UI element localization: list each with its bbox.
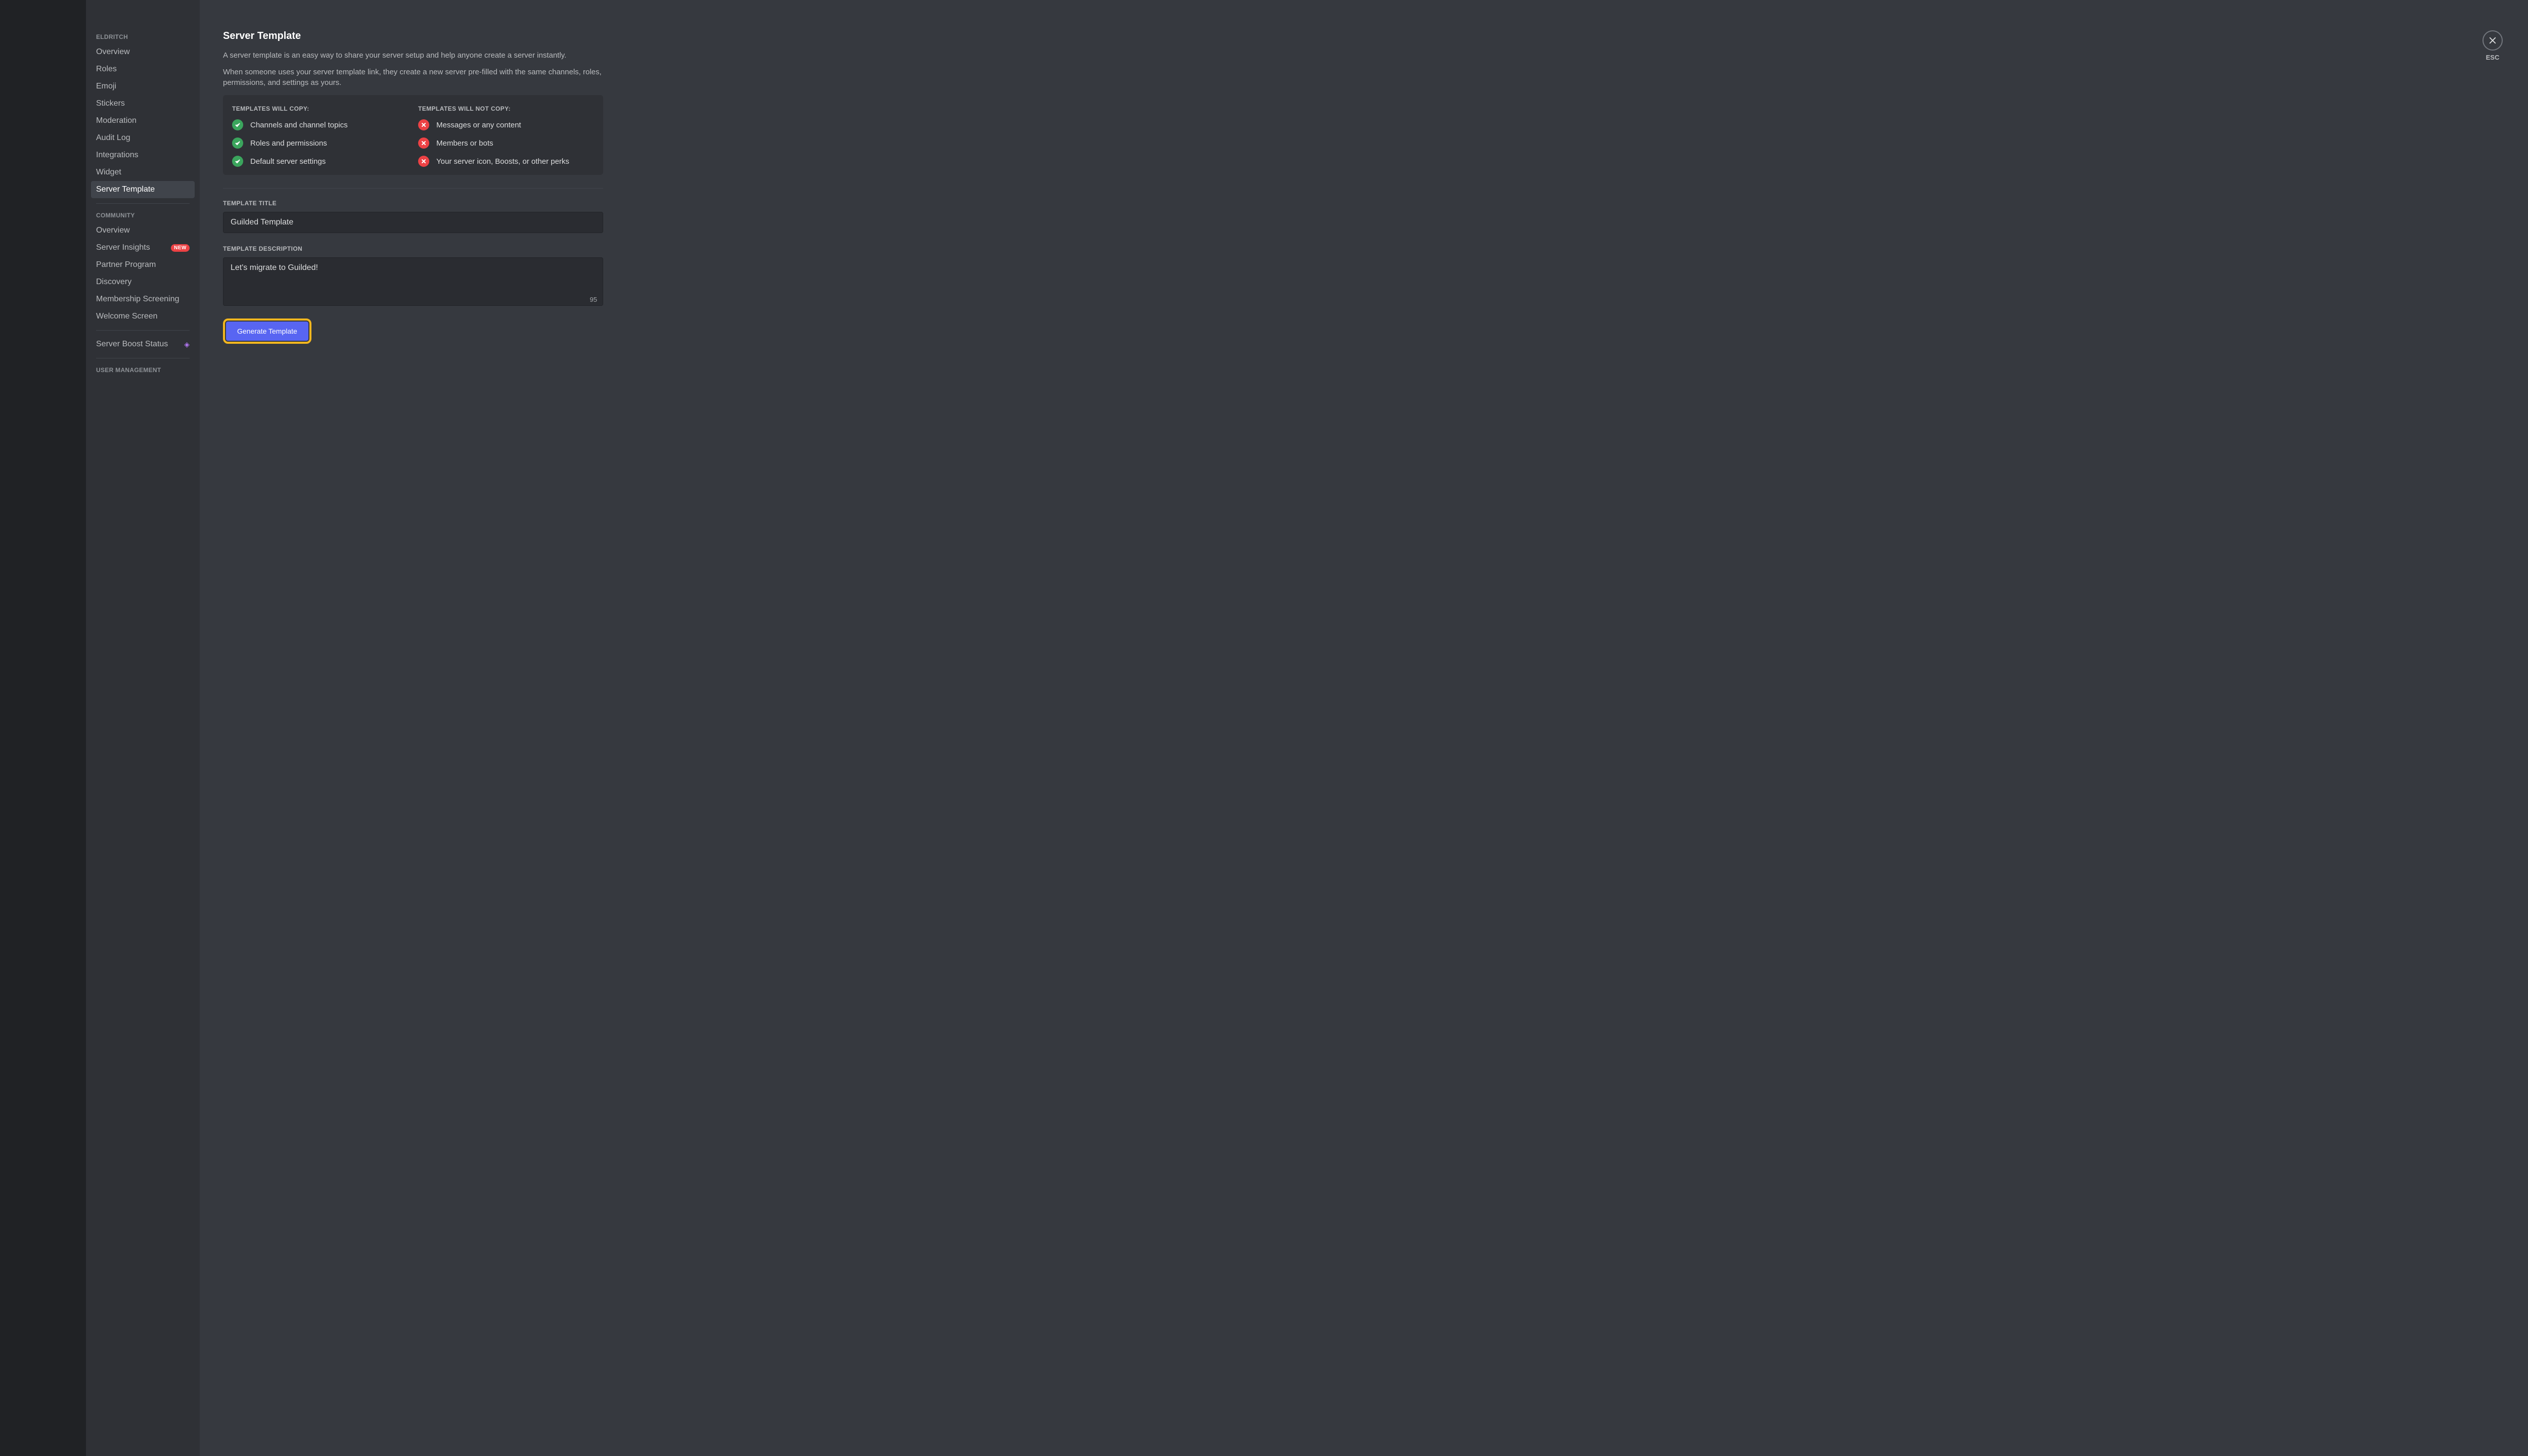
- divider: [223, 188, 603, 189]
- sidebar-item-moderation[interactable]: Moderation: [91, 112, 195, 129]
- will-copy-header: TEMPLATES WILL COPY:: [232, 105, 408, 112]
- wont-copy-item: Members or bots: [418, 138, 594, 149]
- wont-copy-header: TEMPLATES WILL NOT COPY:: [418, 105, 594, 112]
- user-management-header: USER MANAGEMENT: [91, 363, 195, 377]
- new-badge: NEW: [171, 244, 190, 252]
- server-name-header: ELDRITCH: [91, 30, 195, 43]
- sidebar-item-widget[interactable]: Widget: [91, 164, 195, 181]
- will-copy-item: Default server settings: [232, 156, 408, 167]
- will-copy-item: Roles and permissions: [232, 138, 408, 149]
- sidebar-item-server-template[interactable]: Server Template: [91, 181, 195, 198]
- generate-button-highlight: Generate Template: [223, 318, 311, 344]
- close-icon: [2488, 36, 2497, 45]
- check-icon: [232, 119, 243, 130]
- main-content: ESC Server Template A server template is…: [200, 0, 2528, 1456]
- template-title-label: TEMPLATE TITLE: [223, 200, 603, 207]
- divider: [96, 330, 190, 331]
- template-title-input[interactable]: [223, 212, 603, 233]
- check-icon: [232, 138, 243, 149]
- sidebar-item-emoji[interactable]: Emoji: [91, 78, 195, 95]
- page-title: Server Template: [223, 30, 603, 42]
- sidebar-item-audit-log[interactable]: Audit Log: [91, 129, 195, 147]
- description-2: When someone uses your server template l…: [223, 67, 603, 88]
- divider: [96, 203, 190, 204]
- check-icon: [232, 156, 243, 167]
- wont-copy-item: Your server icon, Boosts, or other perks: [418, 156, 594, 167]
- esc-label: ESC: [2486, 54, 2500, 61]
- cross-icon: [418, 119, 429, 130]
- will-copy-item: Channels and channel topics: [232, 119, 408, 130]
- sidebar-item-discovery[interactable]: Discovery: [91, 274, 195, 291]
- sidebar-item-roles[interactable]: Roles: [91, 61, 195, 78]
- template-copy-info-box: TEMPLATES WILL COPY: Channels and channe…: [223, 95, 603, 175]
- sidebar-item-welcome-screen[interactable]: Welcome Screen: [91, 308, 195, 325]
- close-button[interactable]: [2482, 30, 2503, 51]
- community-header: COMMUNITY: [91, 209, 195, 222]
- left-gutter: [0, 0, 86, 1456]
- boost-icon: ◈: [184, 340, 190, 349]
- template-description-label: TEMPLATE DESCRIPTION: [223, 245, 603, 252]
- wont-copy-item: Messages or any content: [418, 119, 594, 130]
- sidebar-item-community-overview[interactable]: Overview: [91, 222, 195, 239]
- cross-icon: [418, 138, 429, 149]
- generate-template-button[interactable]: Generate Template: [226, 322, 308, 341]
- cross-icon: [418, 156, 429, 167]
- close-area: ESC: [2482, 30, 2503, 61]
- sidebar-item-stickers[interactable]: Stickers: [91, 95, 195, 112]
- sidebar-item-integrations[interactable]: Integrations: [91, 147, 195, 164]
- sidebar-item-membership-screening[interactable]: Membership Screening: [91, 291, 195, 308]
- sidebar-item-server-insights[interactable]: Server Insights NEW: [91, 239, 195, 256]
- settings-sidebar: ELDRITCH Overview Roles Emoji Stickers M…: [86, 0, 200, 1456]
- sidebar-item-server-boost-status[interactable]: Server Boost Status ◈: [91, 336, 195, 353]
- template-description-input[interactable]: [223, 257, 603, 306]
- char-count: 95: [590, 296, 597, 303]
- sidebar-item-partner-program[interactable]: Partner Program: [91, 256, 195, 274]
- description-1: A server template is an easy way to shar…: [223, 50, 603, 61]
- sidebar-item-overview[interactable]: Overview: [91, 43, 195, 61]
